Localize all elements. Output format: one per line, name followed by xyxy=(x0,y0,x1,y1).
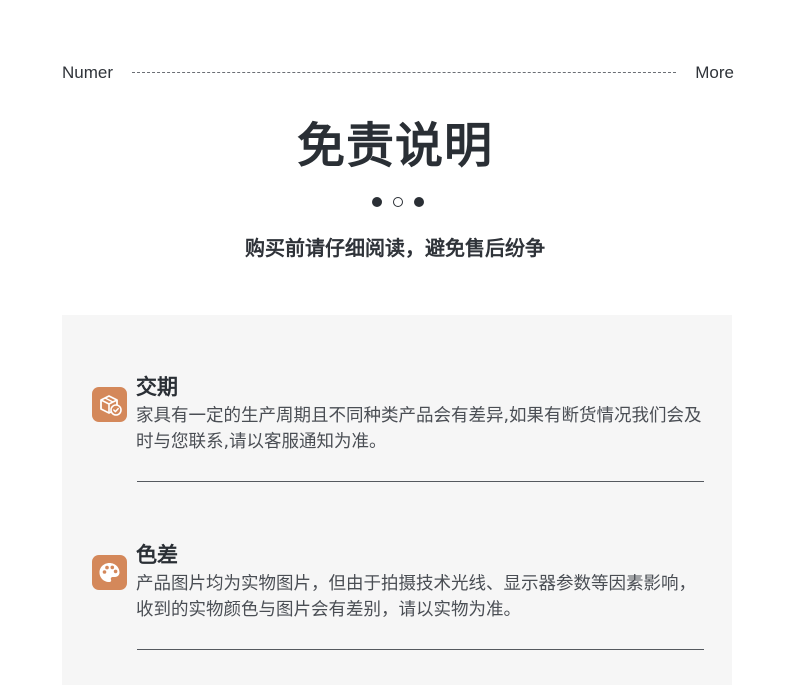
more-link[interactable]: More xyxy=(695,62,734,84)
dot-filled xyxy=(372,197,382,207)
item-title-color: 色差 xyxy=(136,543,178,567)
item-desc-delivery: 家具有一定的生产周期且不同种类产品会有差异,如果有断货情况我们会及时与您联系,请… xyxy=(136,406,702,452)
numer-label: Numer xyxy=(62,63,114,82)
page-title: 免责说明 xyxy=(296,118,493,174)
dot-filled xyxy=(414,197,424,207)
dot-outline xyxy=(393,197,403,207)
top-bar: Numer More xyxy=(62,62,734,84)
decorative-dots xyxy=(372,197,428,209)
delivery-box-icon xyxy=(92,387,127,422)
item-desc-color: 产品图片均为实物图片，但由于拍摄技术光线、显示器参数等因素影响，收到的实物颜色与… xyxy=(136,574,696,620)
dashed-divider xyxy=(132,72,676,73)
page-subtitle: 购买前请仔细阅读，避免售后纷争 xyxy=(245,236,545,260)
disclaimer-panel: 交期 家具有一定的生产周期且不同种类产品会有差异,如果有断货情况我们会及时与您联… xyxy=(62,315,732,685)
item-divider xyxy=(137,481,704,482)
item-divider xyxy=(137,649,704,650)
item-title-delivery: 交期 xyxy=(136,375,178,399)
palette-icon xyxy=(92,555,127,590)
